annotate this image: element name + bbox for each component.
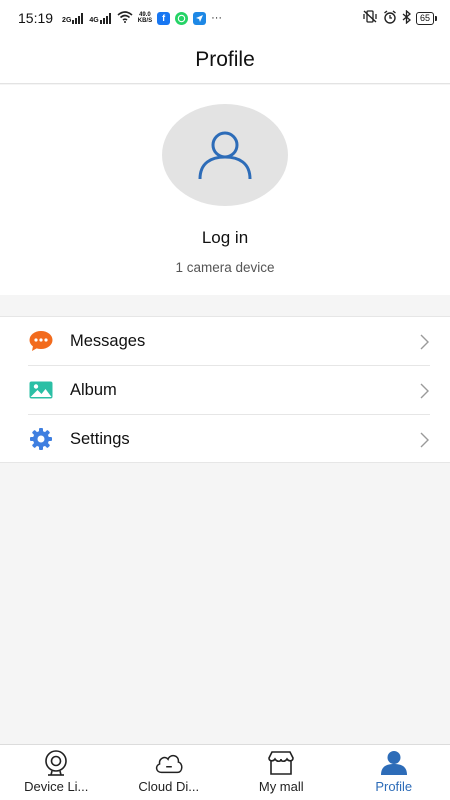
login-link[interactable]: Log in xyxy=(0,228,450,248)
chevron-right-icon xyxy=(418,432,430,448)
status-bar: 15:19 2G 4G 49.0 KB/S f ··· 65 xyxy=(0,0,450,36)
profile-menu: Messages Album Settings xyxy=(0,316,450,463)
device-count-text: 1 camera device xyxy=(175,260,275,275)
nav-label-cloud-disk: Cloud Di... xyxy=(138,779,200,794)
nav-label-my-mall: My mall xyxy=(258,779,304,794)
more-notifications-icon: ··· xyxy=(211,12,223,24)
nav-label-device-list: Device Li... xyxy=(24,779,89,794)
menu-label-messages: Messages xyxy=(70,332,146,350)
app-notification-icon xyxy=(193,11,207,25)
network-speed: 49.0 KB/S xyxy=(138,12,152,24)
signal-1-label: 2G xyxy=(62,16,72,24)
avatar[interactable] xyxy=(162,104,288,206)
facebook-icon: f xyxy=(157,11,171,25)
nav-tab-device-list[interactable]: Device Li... xyxy=(0,745,113,800)
picture-icon xyxy=(28,379,54,401)
menu-item-messages[interactable]: Messages xyxy=(0,317,450,366)
battery-level: 65 xyxy=(419,13,430,23)
chevron-right-icon xyxy=(418,334,430,350)
menu-label-album: Album xyxy=(70,381,117,399)
status-time: 15:19 xyxy=(18,10,54,26)
battery-icon: 65 xyxy=(415,11,438,25)
status-left: 15:19 2G 4G 49.0 KB/S f ··· xyxy=(18,10,222,26)
network-speed-unit: KB/S xyxy=(137,18,153,24)
bottom-nav: Device Li... Cloud Di... My mall Profile xyxy=(0,744,450,800)
app-header: Profile xyxy=(0,36,450,84)
gear-icon xyxy=(28,428,54,450)
camera-icon xyxy=(41,750,71,776)
vibrate-off-icon xyxy=(362,10,378,26)
cell-signal-1-icon: 2G xyxy=(62,12,84,24)
alarm-icon xyxy=(383,9,397,27)
chevron-right-icon xyxy=(418,383,430,399)
cell-signal-2-icon: 4G xyxy=(89,12,111,24)
user-outline-icon xyxy=(198,131,252,180)
signal-2-label: 4G xyxy=(89,16,99,24)
page-title: Profile xyxy=(195,47,255,71)
menu-item-album[interactable]: Album xyxy=(0,366,450,415)
bluetooth-icon xyxy=(402,9,411,27)
wifi-icon xyxy=(117,10,133,26)
profile-card: Log in 1 camera device xyxy=(0,85,450,295)
menu-label-settings: Settings xyxy=(70,430,130,448)
person-icon xyxy=(379,750,409,776)
nav-tab-profile[interactable]: Profile xyxy=(338,745,450,800)
status-right: 65 xyxy=(362,9,438,27)
nav-tab-my-mall[interactable]: My mall xyxy=(225,745,338,800)
cloud-icon xyxy=(154,750,184,776)
store-icon xyxy=(266,750,296,776)
whatsapp-icon xyxy=(175,11,189,25)
nav-tab-cloud-disk[interactable]: Cloud Di... xyxy=(113,745,226,800)
chat-bubble-icon xyxy=(28,330,54,352)
menu-item-settings[interactable]: Settings xyxy=(0,415,450,464)
nav-label-profile: Profile xyxy=(375,779,413,794)
